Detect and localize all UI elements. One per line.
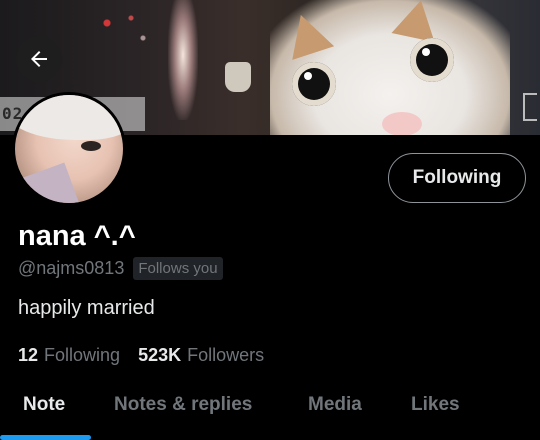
active-tab-indicator <box>0 435 91 440</box>
avatar-sweater <box>15 162 82 203</box>
banner-cat-eye-left <box>292 62 336 106</box>
profile-display-name: nana ^.^ <box>18 220 136 252</box>
profile-handle-row: @najms0813 Follows you <box>18 257 223 280</box>
arrow-left-icon <box>31 51 47 67</box>
banner-cat-nose <box>382 112 422 135</box>
followers-stat-link[interactable]: 523K Followers <box>138 345 264 366</box>
tab-media[interactable]: Media <box>308 384 362 426</box>
following-count: 12 <box>18 345 39 365</box>
banner-frame-bracket <box>523 93 537 121</box>
follows-you-badge: Follows you <box>133 257 223 280</box>
avatar-eye <box>81 141 101 151</box>
back-button[interactable] <box>16 36 62 82</box>
banner-cat-eye-right <box>410 38 454 82</box>
tab-notes-and-replies[interactable]: Notes & replies <box>114 384 252 426</box>
followers-label: Followers <box>187 345 265 365</box>
profile-stats: 12 Following 523K Followers <box>18 345 282 366</box>
profile-handle: @najms0813 <box>18 258 125 278</box>
profile-bio: happily married <box>18 297 155 319</box>
followers-count: 523K <box>138 345 182 365</box>
avatar-hair <box>15 95 123 140</box>
tab-note[interactable]: Note <box>23 384 65 426</box>
banner-flower-pot <box>225 62 251 92</box>
following-label: Following <box>44 345 121 365</box>
banner-lights <box>95 8 155 58</box>
banner-light-column <box>168 0 198 120</box>
tab-likes[interactable]: Likes <box>411 384 460 426</box>
following-stat-link[interactable]: 12 Following <box>18 345 120 366</box>
following-button[interactable]: Following <box>388 153 526 203</box>
profile-avatar[interactable] <box>12 92 126 206</box>
profile-tabs: Note Notes & replies Media Likes <box>0 384 540 440</box>
